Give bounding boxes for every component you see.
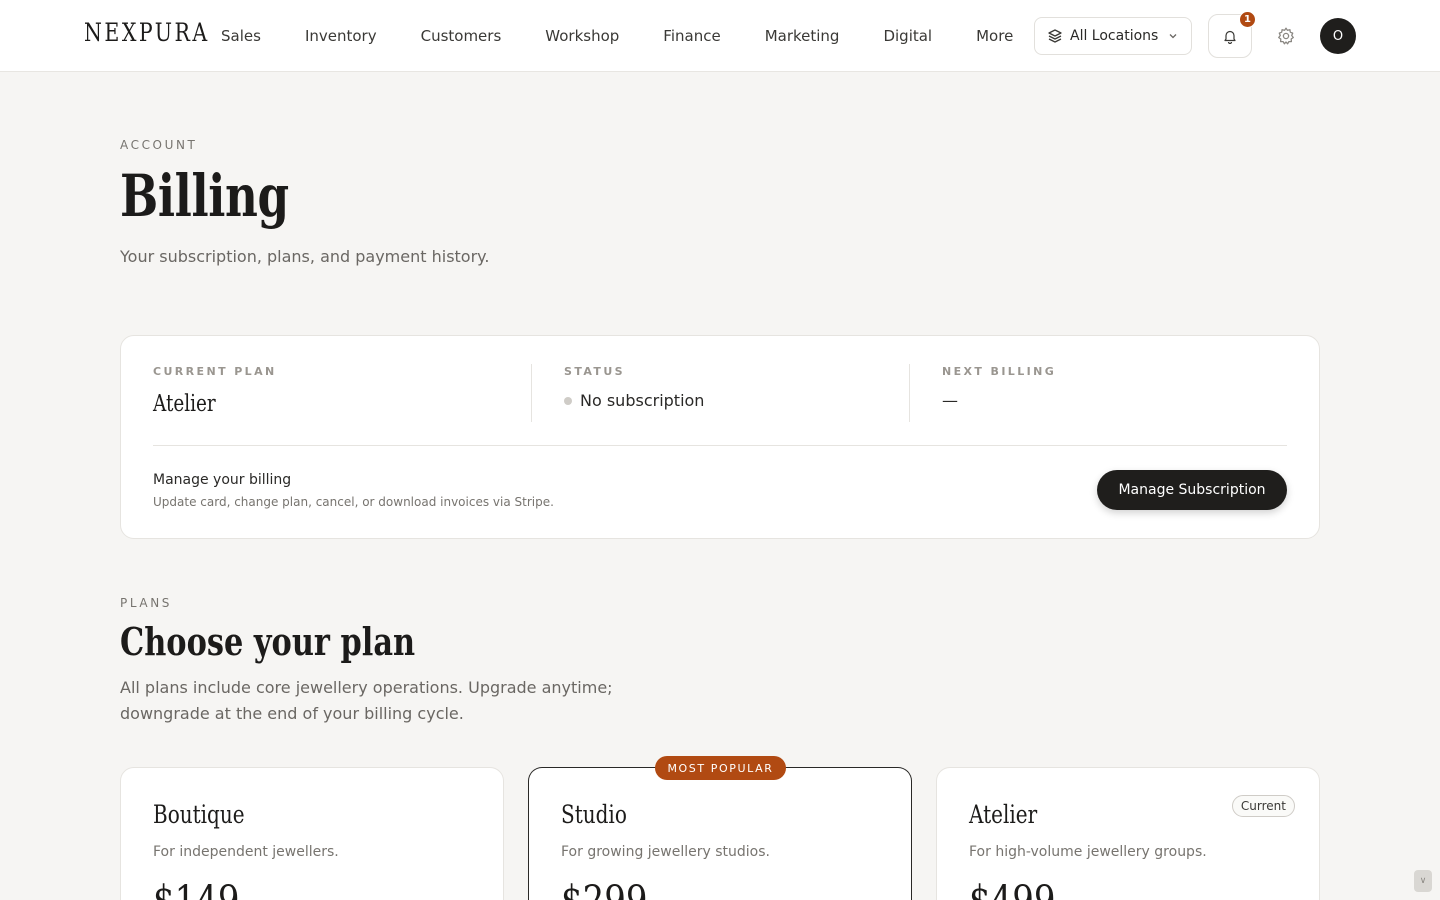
stat-divider xyxy=(531,364,532,422)
main-nav: Sales Inventory Customers Workshop Finan… xyxy=(199,0,1035,72)
location-select-value: All Locations xyxy=(1070,28,1159,44)
status-indicator-dot xyxy=(564,397,572,405)
plan-card-boutique[interactable]: Boutique For independent jewellers. $149 xyxy=(120,767,504,900)
status-value: No subscription xyxy=(580,391,705,410)
plan-name: Atelier xyxy=(969,800,1038,829)
status-label: STATUS xyxy=(564,365,625,378)
plan-description: For independent jewellers. xyxy=(153,844,339,860)
stat-divider xyxy=(909,364,910,422)
plans-title: Choose your plan xyxy=(120,619,416,664)
notification-count-badge: 1 xyxy=(1239,11,1256,28)
manage-billing-description: Update card, change plan, cancel, or dow… xyxy=(153,495,554,509)
scroll-down-handle[interactable]: ∨ xyxy=(1414,870,1432,892)
page-title: Billing xyxy=(120,162,289,230)
most-popular-badge: MOST POPULAR xyxy=(655,756,786,780)
layers-icon xyxy=(1048,29,1062,43)
chevron-down-icon: ∨ xyxy=(1419,876,1427,886)
nav-item-sales[interactable]: Sales xyxy=(199,0,283,72)
plans-subtitle: All plans include core jewellery operati… xyxy=(120,678,613,723)
page-subtitle: Your subscription, plans, and payment hi… xyxy=(120,247,490,266)
nav-item-more[interactable]: More xyxy=(954,0,1035,72)
plan-name: Studio xyxy=(561,800,627,829)
nav-item-marketing[interactable]: Marketing xyxy=(743,0,862,72)
plan-description: For high-volume jewellery groups. xyxy=(969,844,1207,860)
page-eyebrow: ACCOUNT xyxy=(120,138,198,152)
user-avatar[interactable]: O xyxy=(1320,18,1356,54)
nav-item-workshop[interactable]: Workshop xyxy=(523,0,641,72)
nav-item-finance[interactable]: Finance xyxy=(641,0,742,72)
next-billing-label: NEXT BILLING xyxy=(942,365,1057,378)
brand-logo[interactable]: NEXPURA xyxy=(84,18,210,47)
plan-description: For growing jewellery studios. xyxy=(561,844,770,860)
current-plan-card: CURRENT PLAN Atelier STATUS No subscript… xyxy=(120,335,1320,539)
current-plan-value: Atelier xyxy=(153,391,216,417)
current-plan-badge: Current xyxy=(1231,795,1295,817)
manage-subscription-button[interactable]: Manage Subscription xyxy=(1097,470,1287,510)
location-select[interactable]: All Locations xyxy=(1034,17,1192,55)
manage-billing-title: Manage your billing xyxy=(153,472,292,488)
plan-card-studio[interactable]: Studio For growing jewellery studios. $2… xyxy=(528,767,912,900)
plan-card-atelier[interactable]: Current Atelier For high-volume jeweller… xyxy=(936,767,1320,900)
nav-item-customers[interactable]: Customers xyxy=(399,0,524,72)
plan-price: $299 xyxy=(561,878,648,900)
plan-name: Boutique xyxy=(153,800,245,829)
gear-icon[interactable] xyxy=(1276,26,1296,46)
plans-eyebrow: PLANS xyxy=(120,596,172,610)
current-plan-label: CURRENT PLAN xyxy=(153,365,277,378)
card-divider xyxy=(153,445,1287,446)
top-navigation-bar: NEXPURA Sales Inventory Customers Worksh… xyxy=(0,0,1440,72)
nav-item-inventory[interactable]: Inventory xyxy=(283,0,399,72)
nav-item-digital[interactable]: Digital xyxy=(861,0,954,72)
next-billing-value: — xyxy=(942,391,958,410)
chevron-down-icon xyxy=(1169,34,1177,39)
bell-icon xyxy=(1224,30,1236,44)
plan-price: $149 xyxy=(153,878,240,900)
plan-price: $499 xyxy=(969,878,1056,900)
